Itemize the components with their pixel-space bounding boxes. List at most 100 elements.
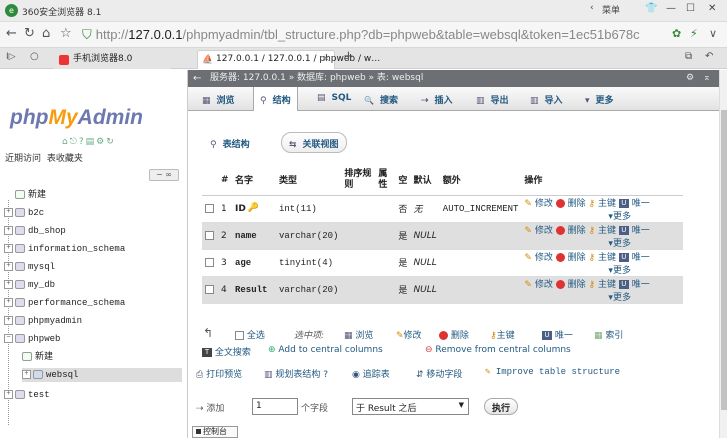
exit-icon[interactable]: ⎋	[70, 137, 79, 147]
settings-icon[interactable]: ⚙	[96, 137, 106, 147]
header-extra[interactable]: 额外	[439, 165, 522, 196]
collapse-top-icon[interactable]: ⌅	[703, 70, 711, 87]
header-collation[interactable]: 排序规则	[341, 165, 376, 196]
scrollbar-thumb[interactable]	[721, 110, 727, 410]
delete-link[interactable]: 删除	[568, 280, 586, 290]
tree-db-db_shop[interactable]: + db_shop	[4, 224, 66, 238]
gear-icon[interactable]: ⚙	[686, 70, 694, 87]
expand-icon[interactable]: +	[4, 262, 13, 272]
unique-link[interactable]: 唯一	[632, 280, 650, 290]
tree-db-phpmyadmin[interactable]: + phpmyadmin	[4, 314, 82, 328]
help-icon[interactable]: ?	[323, 370, 328, 380]
tab-export[interactable]: ▥ 导出	[476, 93, 509, 106]
print-view-link[interactable]: ⎙ 打印预览	[196, 367, 242, 380]
subtab-structure[interactable]: ⚲ 表结构	[202, 132, 258, 153]
bulk-index[interactable]: ▦ 索引	[594, 328, 623, 341]
breadcrumb-text[interactable]: 服务器: 127.0.0.1 » 数据库: phpweb » 表: websql	[210, 73, 423, 83]
favorites-tab[interactable]: 表收藏夹	[47, 154, 83, 164]
tree-db-phpweb[interactable]: − phpweb	[4, 332, 60, 346]
tab-search[interactable]: 🔍 搜索	[364, 93, 398, 106]
primary-link[interactable]: 主键	[598, 280, 616, 290]
tree-db-b2c[interactable]: + b2c	[4, 206, 44, 220]
subtab-relation-view[interactable]: ⇆ 关联视图	[281, 132, 347, 153]
close-button[interactable]: ✕	[708, 3, 716, 14]
undo-icon[interactable]: ↶	[705, 51, 713, 62]
row-checkbox[interactable]	[205, 284, 214, 294]
remove-central-columns[interactable]: ⊖ Remove from central columns	[425, 345, 571, 355]
unique-link[interactable]: 唯一	[632, 226, 650, 236]
tab-sql[interactable]: ▤ SQL	[317, 93, 351, 103]
tree-db-performance_schema[interactable]: + performance_schema	[4, 296, 125, 310]
primary-link[interactable]: 主键	[598, 253, 616, 263]
more-dropdown[interactable]: ▾更多	[608, 239, 631, 249]
expand-icon[interactable]: +	[4, 244, 13, 254]
header-type[interactable]: 类型	[276, 165, 342, 196]
edit-link[interactable]: 修改	[535, 199, 553, 209]
tree-db-test[interactable]: + test	[4, 388, 50, 402]
star-icon[interactable]: ☆	[60, 26, 72, 41]
column-position-select[interactable]: 于 Result 之后 ▼	[352, 398, 469, 415]
dropdown-icon[interactable]: ∨	[709, 27, 717, 40]
header-null[interactable]: 空	[395, 165, 411, 196]
expand-icon[interactable]: +	[4, 390, 13, 400]
row-checkbox[interactable]	[205, 257, 214, 267]
bulk-browse[interactable]: ▦ 浏览	[344, 328, 373, 341]
recent-tab[interactable]: 近期访问	[5, 154, 41, 164]
lightning-icon[interactable]: ⚡	[690, 27, 698, 40]
tab-structure[interactable]: ⚲ 结构	[253, 87, 298, 111]
refresh-icon[interactable]: ↻	[24, 26, 35, 41]
expand-icon[interactable]: +	[22, 370, 31, 380]
edit-link[interactable]: 修改	[535, 253, 553, 263]
move-columns-link[interactable]: ⇵ 移动字段	[416, 367, 462, 380]
execute-button[interactable]: 执行	[484, 398, 519, 415]
home-icon[interactable]: ⌂	[42, 26, 50, 41]
expand-icon[interactable]: +	[4, 208, 13, 218]
tree-db-information_schema[interactable]: + information_schema	[4, 242, 125, 256]
back-icon[interactable]: ←	[6, 26, 17, 41]
compat-icon[interactable]: ✿	[672, 27, 681, 40]
bulk-unique[interactable]: U 唯一	[542, 328, 573, 341]
console-toggle[interactable]: 控制台	[192, 426, 238, 438]
tree-new-table[interactable]: 新建	[22, 350, 53, 364]
reload-icon[interactable]: ↻	[106, 137, 116, 147]
vertical-scrollbar[interactable]	[719, 70, 727, 438]
chevron-left-icon[interactable]: ‹	[590, 3, 594, 13]
primary-link[interactable]: 主键	[598, 226, 616, 236]
add-central-columns[interactable]: ⊕ Add to central columns	[268, 345, 383, 355]
home-icon[interactable]: ⌂	[62, 137, 70, 147]
tree-table-websql[interactable]: + websql	[22, 368, 182, 382]
tab-insert[interactable]: ⇢ 插入	[421, 93, 453, 106]
check-all-box[interactable]	[235, 331, 244, 340]
row-checkbox[interactable]	[205, 230, 214, 240]
tree-new-database[interactable]: 新建	[4, 188, 46, 202]
expand-icon[interactable]: +	[4, 226, 13, 236]
more-dropdown[interactable]: ▾更多	[608, 293, 631, 303]
tab-browse[interactable]: ▦ 浏览	[202, 93, 235, 106]
propose-structure-link[interactable]: ▥ 规划表结构 ?	[264, 367, 328, 380]
edit-link[interactable]: 修改	[535, 226, 553, 236]
delete-link[interactable]: 删除	[568, 226, 586, 236]
new-tab-button[interactable]: +	[343, 49, 354, 64]
close-tab-icon[interactable]: ×	[322, 51, 330, 68]
more-dropdown[interactable]: ▾更多	[608, 212, 631, 222]
sidebar-toggle-icon[interactable]: I▷	[6, 52, 16, 62]
restore-icon[interactable]: ⧉	[685, 51, 692, 62]
tab-mobile-browser[interactable]: 手机浏览器8.0	[54, 50, 170, 69]
back-arrow-icon[interactable]: ←	[193, 70, 201, 87]
tree-db-mysql[interactable]: + mysql	[4, 260, 55, 274]
tab-import[interactable]: ▥ 导入	[530, 93, 563, 106]
minimize-button[interactable]: —	[666, 3, 676, 14]
bulk-fulltext[interactable]: T 全文搜索	[202, 345, 251, 358]
browser-menu-button[interactable]: 菜单	[602, 3, 620, 16]
more-dropdown[interactable]: ▾更多	[608, 266, 631, 276]
phpmyadmin-logo[interactable]: phpMyAdmin	[10, 106, 143, 130]
circle-icon[interactable]: ○	[30, 51, 39, 62]
header-attributes[interactable]: 属性	[375, 165, 396, 196]
collapse-all-button[interactable]: − ∞	[149, 169, 179, 181]
primary-link[interactable]: 主键	[598, 199, 616, 209]
delete-link[interactable]: 删除	[568, 253, 586, 263]
expand-icon[interactable]: +	[4, 298, 13, 308]
collapse-icon[interactable]: −	[4, 334, 13, 344]
unique-link[interactable]: 唯一	[632, 253, 650, 263]
bulk-delete[interactable]: 删除	[439, 328, 469, 341]
